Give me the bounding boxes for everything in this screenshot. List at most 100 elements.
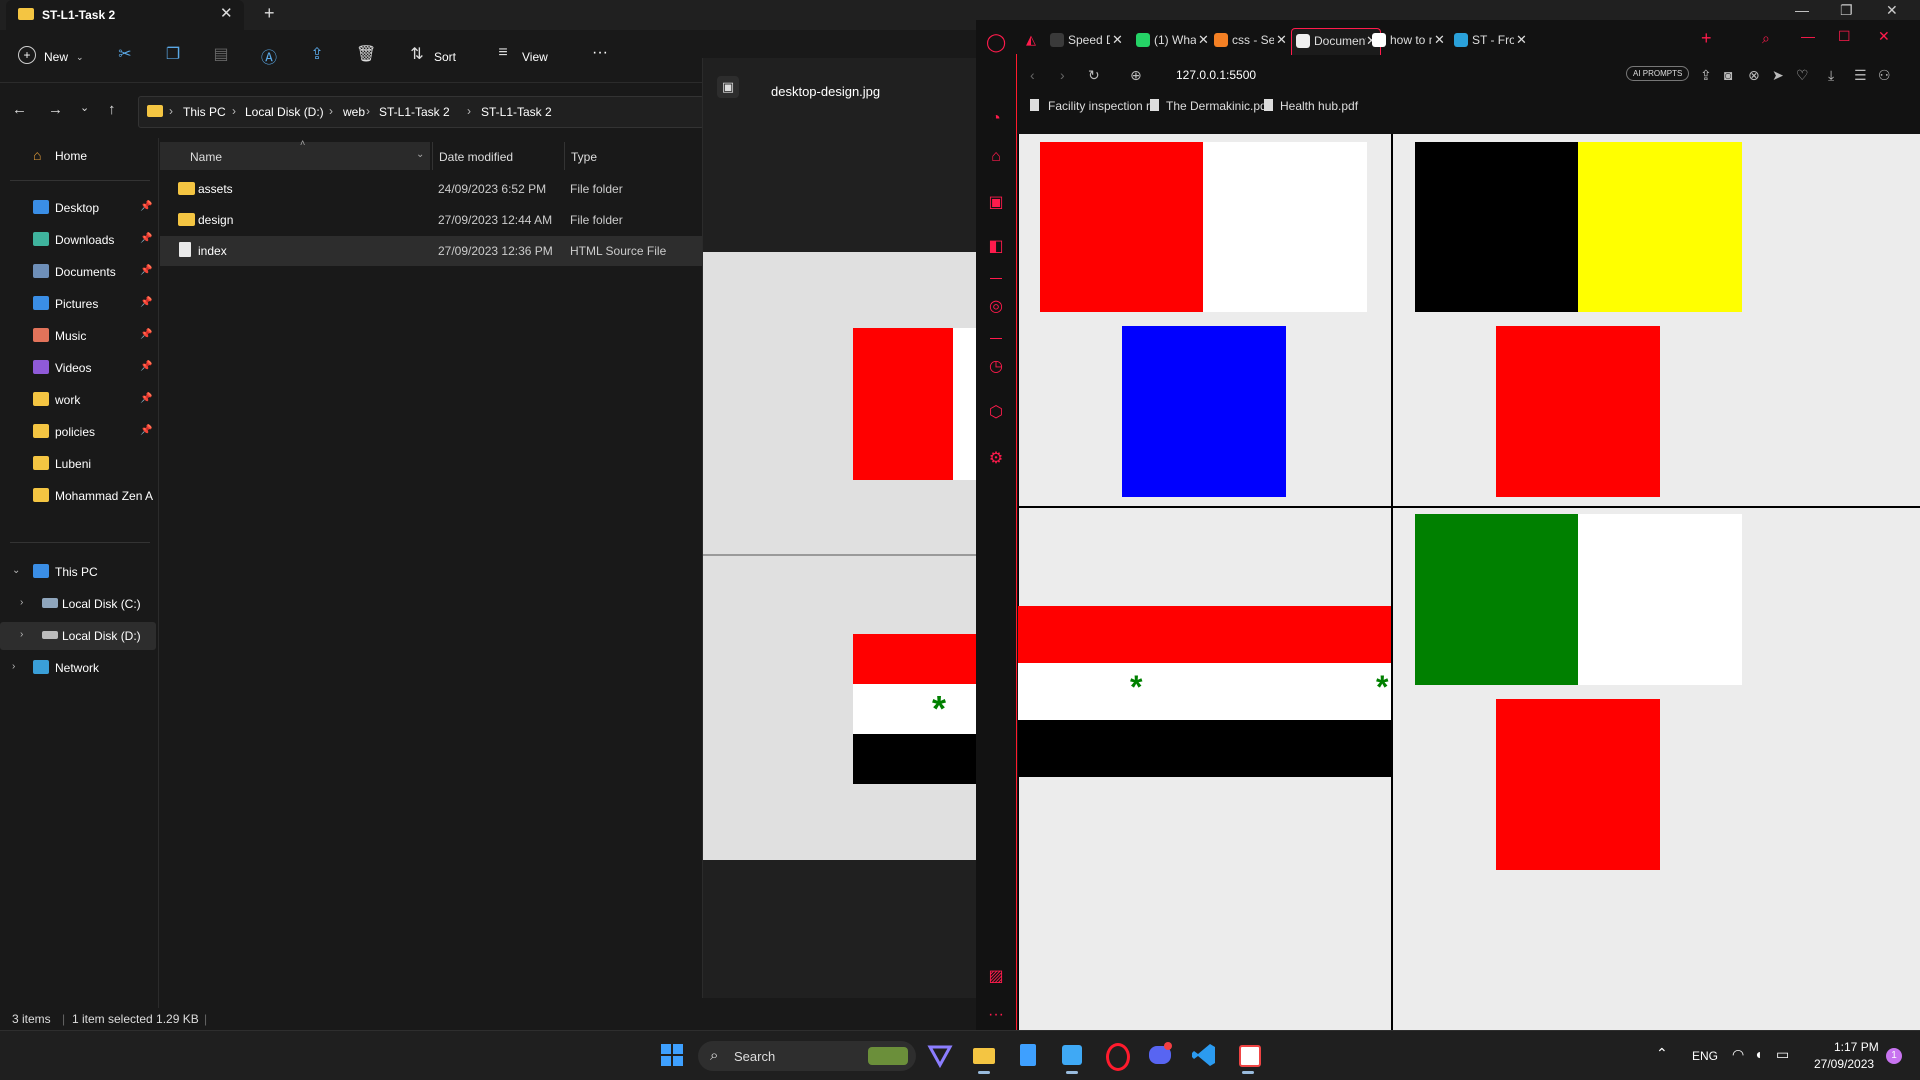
close-tab-icon[interactable]: ✕ bbox=[1276, 32, 1287, 48]
breadcrumb-item[interactable]: web bbox=[343, 105, 365, 119]
minimize-icon[interactable]: — bbox=[1801, 28, 1815, 44]
browser-tab[interactable]: css - Set d✕ bbox=[1210, 28, 1288, 54]
close-tab-icon[interactable]: ✕ bbox=[1112, 32, 1123, 48]
taskbar-search[interactable]: ⌕ Search bbox=[698, 1041, 916, 1071]
nav-item-local-c[interactable]: › Local Disk (C:) bbox=[0, 590, 156, 618]
new-button[interactable]: New bbox=[44, 50, 68, 64]
view-button[interactable]: View bbox=[522, 50, 548, 64]
column-header-name[interactable]: ˄ Name ⌄ bbox=[160, 138, 430, 170]
image-icon[interactable]: ▣ bbox=[717, 76, 739, 98]
close-tab-icon[interactable]: ✕ bbox=[1198, 32, 1209, 48]
chevron-right-icon[interactable]: › bbox=[12, 661, 15, 672]
new-tab-icon[interactable]: + bbox=[1701, 28, 1712, 49]
start-icon[interactable] bbox=[658, 1041, 686, 1069]
browser-tab[interactable]: ST - Fronte✕ bbox=[1450, 28, 1528, 54]
more-icon[interactable]: ··· bbox=[986, 1006, 1006, 1026]
nav-item-music[interactable]: Music 📌 bbox=[0, 322, 156, 350]
ai-prompts-button[interactable]: AI PROMPTS bbox=[1626, 66, 1690, 81]
chevron-down-icon[interactable]: ⌄ bbox=[12, 565, 20, 576]
vscode-app-icon[interactable] bbox=[1190, 1041, 1218, 1069]
file-row[interactable]: design 27/09/2023 12:44 AM File folder bbox=[160, 205, 702, 235]
photos-app-icon[interactable] bbox=[1058, 1041, 1086, 1074]
rename-icon[interactable]: Ⓐ bbox=[260, 44, 278, 67]
file-row[interactable]: index 27/09/2023 12:36 PM HTML Source File bbox=[160, 236, 702, 266]
file-explorer-app-icon[interactable] bbox=[970, 1041, 998, 1074]
back-icon[interactable]: ‹ bbox=[1030, 67, 1035, 83]
nav-item-home[interactable]: ⌂ Home bbox=[0, 142, 156, 170]
browser-tab[interactable]: Speed Dial✕ bbox=[1046, 28, 1124, 54]
speed-icon[interactable]: ◔ bbox=[986, 110, 1006, 130]
browser-tab[interactable]: how to ma✕ bbox=[1368, 28, 1446, 54]
close-tab-icon[interactable]: ✕ bbox=[1434, 32, 1445, 48]
bookmark-item[interactable]: The Dermakinic.pdf bbox=[1166, 99, 1270, 113]
minimize-icon[interactable]: — bbox=[1795, 2, 1809, 18]
pin-icon[interactable]: 📌 bbox=[140, 265, 152, 276]
address-bar[interactable]: › This PC › Local Disk (D:) › web › ST-L… bbox=[138, 96, 704, 128]
nav-item-this-pc[interactable]: ⌄ This PC bbox=[0, 558, 156, 586]
notification-badge[interactable]: 1 bbox=[1886, 1048, 1902, 1064]
shopping-icon[interactable]: ⌂ bbox=[986, 148, 1006, 168]
forward-icon[interactable]: › bbox=[1060, 67, 1065, 83]
opera-app-icon[interactable] bbox=[1102, 1041, 1130, 1071]
restore-icon[interactable]: ❐ bbox=[1840, 2, 1853, 19]
up-icon[interactable]: ↑ bbox=[108, 101, 116, 118]
url-field[interactable]: 127.0.0.1:5500 bbox=[1176, 68, 1256, 82]
more-button[interactable]: ··· bbox=[592, 44, 608, 62]
explorer-tab[interactable]: ST-L1-Task 2 ✕ bbox=[6, 0, 244, 30]
history-icon[interactable]: ◷ bbox=[986, 356, 1006, 376]
breadcrumb-item[interactable]: Local Disk (D:) bbox=[245, 105, 324, 119]
download-icon[interactable]: ⤓ bbox=[1828, 67, 1834, 84]
chevron-right-icon[interactable]: › bbox=[20, 629, 23, 640]
pin-icon[interactable]: 📌 bbox=[140, 393, 152, 404]
nav-item-videos[interactable]: Videos 📌 bbox=[0, 354, 156, 382]
maximize-icon[interactable]: ☐ bbox=[1838, 28, 1851, 45]
nav-item-network[interactable]: › Network bbox=[0, 654, 156, 682]
notepad-app-icon[interactable] bbox=[1014, 1041, 1042, 1069]
pin-icon[interactable]: 📌 bbox=[140, 329, 152, 340]
nav-item-mohammad-zen-a[interactable]: Mohammad Zen A bbox=[0, 482, 156, 510]
bookmark-item[interactable]: Health hub.pdf bbox=[1280, 99, 1358, 113]
file-row[interactable]: assets 24/09/2023 6:52 PM File folder bbox=[160, 174, 702, 204]
close-window-icon[interactable]: ✕ bbox=[1886, 2, 1898, 19]
close-tab-icon[interactable]: ✕ bbox=[220, 4, 233, 22]
snipping-tool-app-icon[interactable] bbox=[1234, 1041, 1262, 1074]
battery-icon[interactable]: ▭ bbox=[1776, 1046, 1789, 1063]
column-header-date[interactable]: Date modified bbox=[432, 142, 563, 170]
delete-icon[interactable]: 🗑 bbox=[356, 44, 376, 63]
block-icon[interactable]: ⊗ bbox=[1748, 67, 1760, 84]
settings-icon[interactable]: ⚙ bbox=[986, 448, 1006, 468]
send-icon[interactable]: ➤ bbox=[1772, 67, 1784, 84]
share-icon[interactable]: ⇪ bbox=[1700, 67, 1712, 84]
share-icon[interactable]: ⇪ bbox=[308, 44, 326, 63]
nav-item-documents[interactable]: Documents 📌 bbox=[0, 258, 156, 286]
clock-date[interactable]: 27/09/2023 bbox=[1814, 1057, 1874, 1071]
new-tab-icon[interactable]: + bbox=[264, 3, 275, 24]
pin-icon[interactable]: 📌 bbox=[140, 425, 152, 436]
volume-icon[interactable]: ◖ bbox=[1754, 1046, 1762, 1062]
pin-icon[interactable]: 📌 bbox=[140, 361, 152, 372]
column-header-type[interactable]: Type bbox=[564, 142, 701, 170]
sort-button[interactable]: Sort bbox=[434, 50, 456, 64]
breadcrumb-item[interactable]: ST-L1-Task 2 bbox=[481, 105, 552, 119]
nav-item-downloads[interactable]: Downloads 📌 bbox=[0, 226, 156, 254]
forward-icon[interactable]: → bbox=[48, 101, 63, 118]
cut-icon[interactable]: ✂ bbox=[116, 44, 134, 63]
menu-icon[interactable]: ☰ bbox=[1854, 67, 1867, 84]
twitch-icon[interactable]: ▣ bbox=[986, 192, 1006, 212]
back-icon[interactable]: ← bbox=[12, 101, 27, 118]
gallery-icon[interactable]: ▨ bbox=[986, 966, 1006, 986]
camera-icon[interactable]: ◙ bbox=[1724, 67, 1732, 83]
close-window-icon[interactable]: ✕ bbox=[1878, 28, 1890, 45]
extensions-icon[interactable]: ⬡ bbox=[986, 402, 1006, 422]
nav-item-policies[interactable]: policies 📌 bbox=[0, 418, 156, 446]
nav-item-pictures[interactable]: Pictures 📌 bbox=[0, 290, 156, 318]
nav-item-lubeni[interactable]: Lubeni bbox=[0, 450, 156, 478]
wifi-icon[interactable]: ◠ bbox=[1732, 1046, 1744, 1063]
paste-icon[interactable]: ▤ bbox=[212, 44, 230, 63]
search-tabs-icon[interactable]: ⌕ bbox=[1762, 30, 1770, 47]
reload-icon[interactable]: ↻ bbox=[1088, 67, 1100, 84]
opera-logo-icon[interactable]: ◯ bbox=[986, 32, 1006, 52]
pin-icon[interactable]: 📌 bbox=[140, 233, 152, 244]
clock-time[interactable]: 1:17 PM bbox=[1834, 1040, 1879, 1054]
player-icon[interactable]: ◎ bbox=[986, 296, 1006, 316]
